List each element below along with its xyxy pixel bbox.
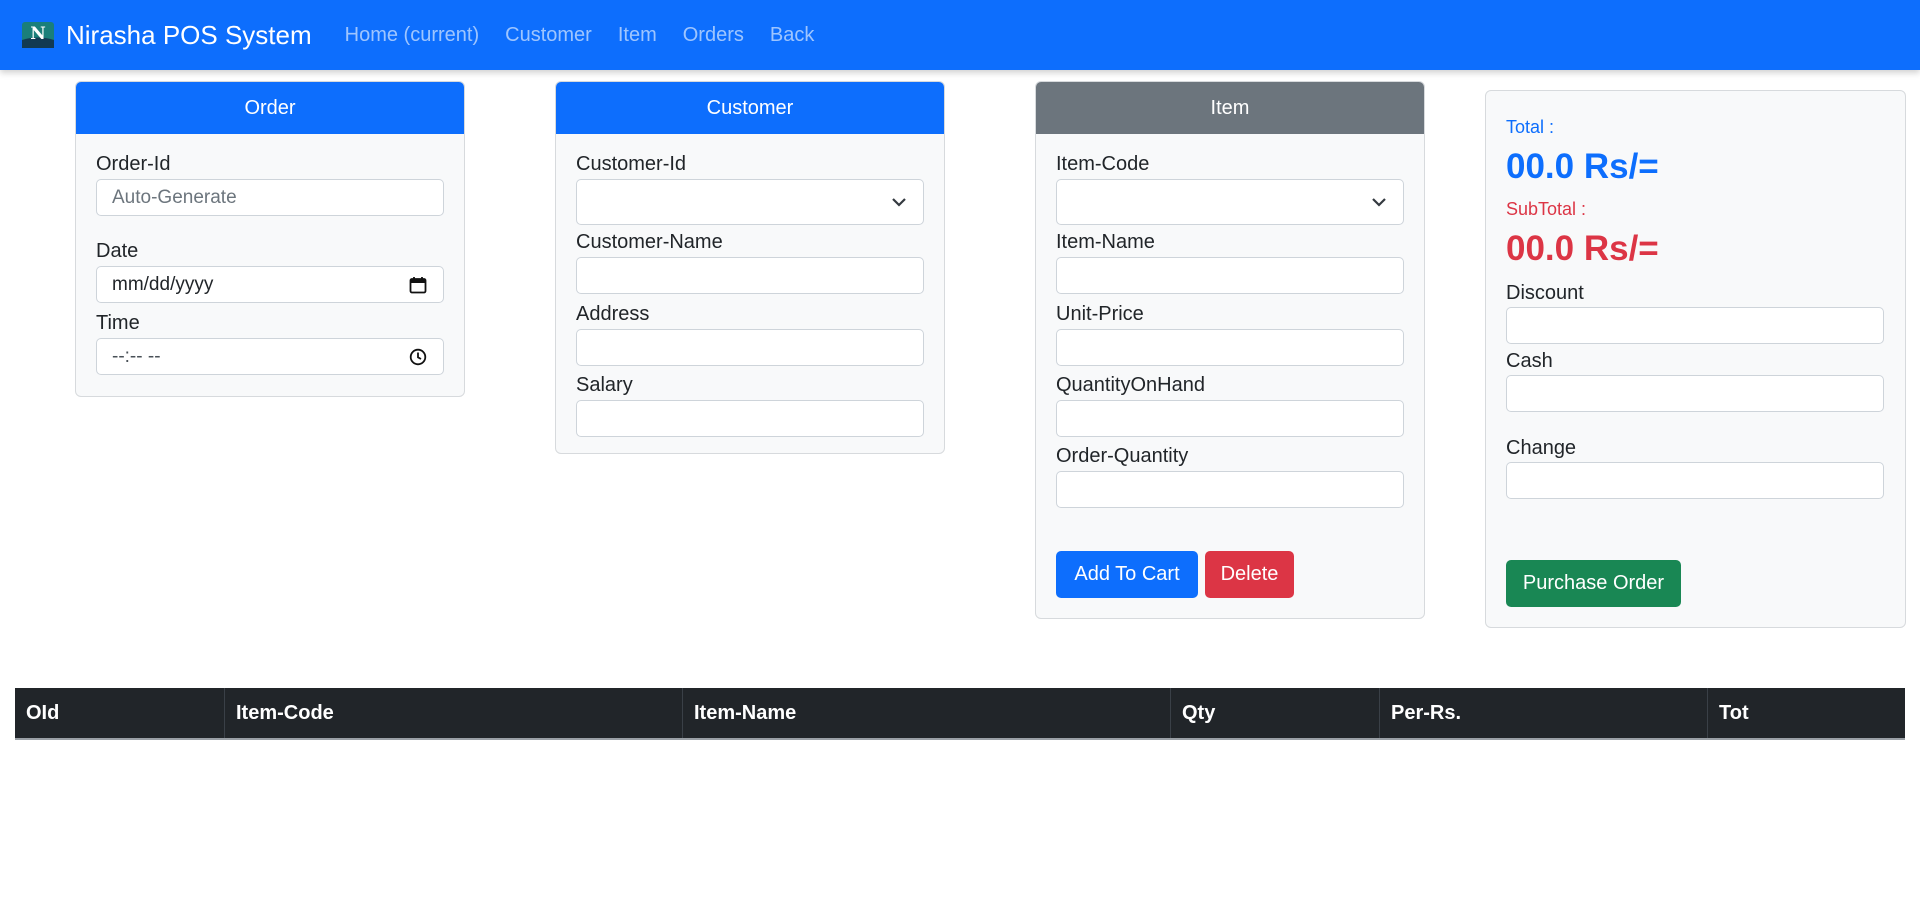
order-table-header: OId Item-Code Item-Name Qty Per-Rs. Tot <box>15 688 1905 740</box>
customer-card-header: Customer <box>556 82 944 134</box>
svg-text:N: N <box>30 24 46 44</box>
date-label: Date <box>96 240 139 262</box>
qty-on-hand-input[interactable] <box>1056 400 1404 437</box>
customer-name-label: Customer-Name <box>576 231 723 253</box>
item-name-input[interactable] <box>1056 257 1404 294</box>
delete-button[interactable]: Delete <box>1205 551 1294 598</box>
item-code-select[interactable] <box>1056 179 1404 225</box>
order-id-input[interactable]: Auto-Generate <box>96 179 444 216</box>
order-qty-input[interactable] <box>1056 471 1404 508</box>
navbar: N Nirasha POS System Home (current) Cust… <box>0 0 1920 70</box>
cash-label: Cash <box>1506 350 1553 372</box>
discount-label: Discount <box>1506 282 1584 304</box>
salary-input[interactable] <box>576 400 924 437</box>
chevron-down-icon <box>892 198 906 207</box>
salary-label: Salary <box>576 374 633 396</box>
item-card: Item Item-Code Item-Name Unit-Price Quan… <box>1035 81 1425 619</box>
address-input[interactable] <box>576 329 924 366</box>
address-label: Address <box>576 303 650 325</box>
subtotal-value: 00.0 Rs/= <box>1506 229 1659 268</box>
chevron-down-icon <box>1372 198 1386 207</box>
discount-input[interactable] <box>1506 307 1884 344</box>
nav-orders[interactable]: Orders <box>670 24 757 47</box>
add-to-cart-button[interactable]: Add To Cart <box>1056 551 1198 598</box>
order-id-label: Order-Id <box>96 153 171 175</box>
nav-customer[interactable]: Customer <box>492 24 605 47</box>
unit-price-label: Unit-Price <box>1056 303 1144 325</box>
totals-card: Total : 00.0 Rs/= SubTotal : 00.0 Rs/= D… <box>1485 90 1906 628</box>
nav-back[interactable]: Back <box>757 24 827 47</box>
col-item-name: Item-Name <box>683 688 1171 738</box>
order-id-placeholder: Auto-Generate <box>112 186 237 208</box>
order-card-header: Order <box>76 82 464 134</box>
total-label: Total : <box>1506 117 1555 137</box>
col-qty: Qty <box>1171 688 1380 738</box>
date-input[interactable]: mm/dd/yyyy <box>96 266 444 303</box>
purchase-order-button[interactable]: Purchase Order <box>1506 560 1681 607</box>
change-label: Change <box>1506 437 1577 459</box>
item-card-header: Item <box>1036 82 1424 134</box>
customer-id-select[interactable] <box>576 179 924 225</box>
time-label: Time <box>96 312 140 334</box>
total-value: 00.0 Rs/= <box>1506 147 1659 186</box>
brand-title: Nirasha POS System <box>66 19 312 50</box>
date-value: mm/dd/yyyy <box>112 273 214 295</box>
brand[interactable]: N Nirasha POS System <box>22 20 312 51</box>
nav-links: Home (current) Customer Item Orders Back <box>332 24 828 47</box>
time-input[interactable]: --:-- -- <box>96 338 444 375</box>
nav-item[interactable]: Item <box>605 24 670 47</box>
order-card: Order Order-Id Auto-Generate Date mm/dd/… <box>75 81 465 397</box>
col-item-code: Item-Code <box>225 688 683 738</box>
col-tot: Tot <box>1719 701 1749 724</box>
customer-card: Customer Customer-Id Customer-Name Addre… <box>555 81 945 454</box>
cash-input[interactable] <box>1506 375 1884 412</box>
qty-on-hand-label: QuantityOnHand <box>1056 374 1205 396</box>
col-per-rs: Per-Rs. <box>1380 688 1708 738</box>
item-code-label: Item-Code <box>1056 153 1150 175</box>
change-input[interactable] <box>1506 462 1884 499</box>
unit-price-input[interactable] <box>1056 329 1404 366</box>
subtotal-label: SubTotal : <box>1506 199 1587 219</box>
customer-id-label: Customer-Id <box>576 153 687 175</box>
customer-name-input[interactable] <box>576 257 924 294</box>
item-name-label: Item-Name <box>1056 231 1155 253</box>
netscape-n-logo-icon: N <box>22 22 54 48</box>
time-value: --:-- -- <box>112 345 161 367</box>
nav-home[interactable]: Home (current) <box>332 24 492 47</box>
col-oid: OId <box>15 688 225 738</box>
clock-icon[interactable] <box>409 348 427 366</box>
order-qty-label: Order-Quantity <box>1056 445 1189 467</box>
calendar-icon[interactable] <box>409 276 427 294</box>
